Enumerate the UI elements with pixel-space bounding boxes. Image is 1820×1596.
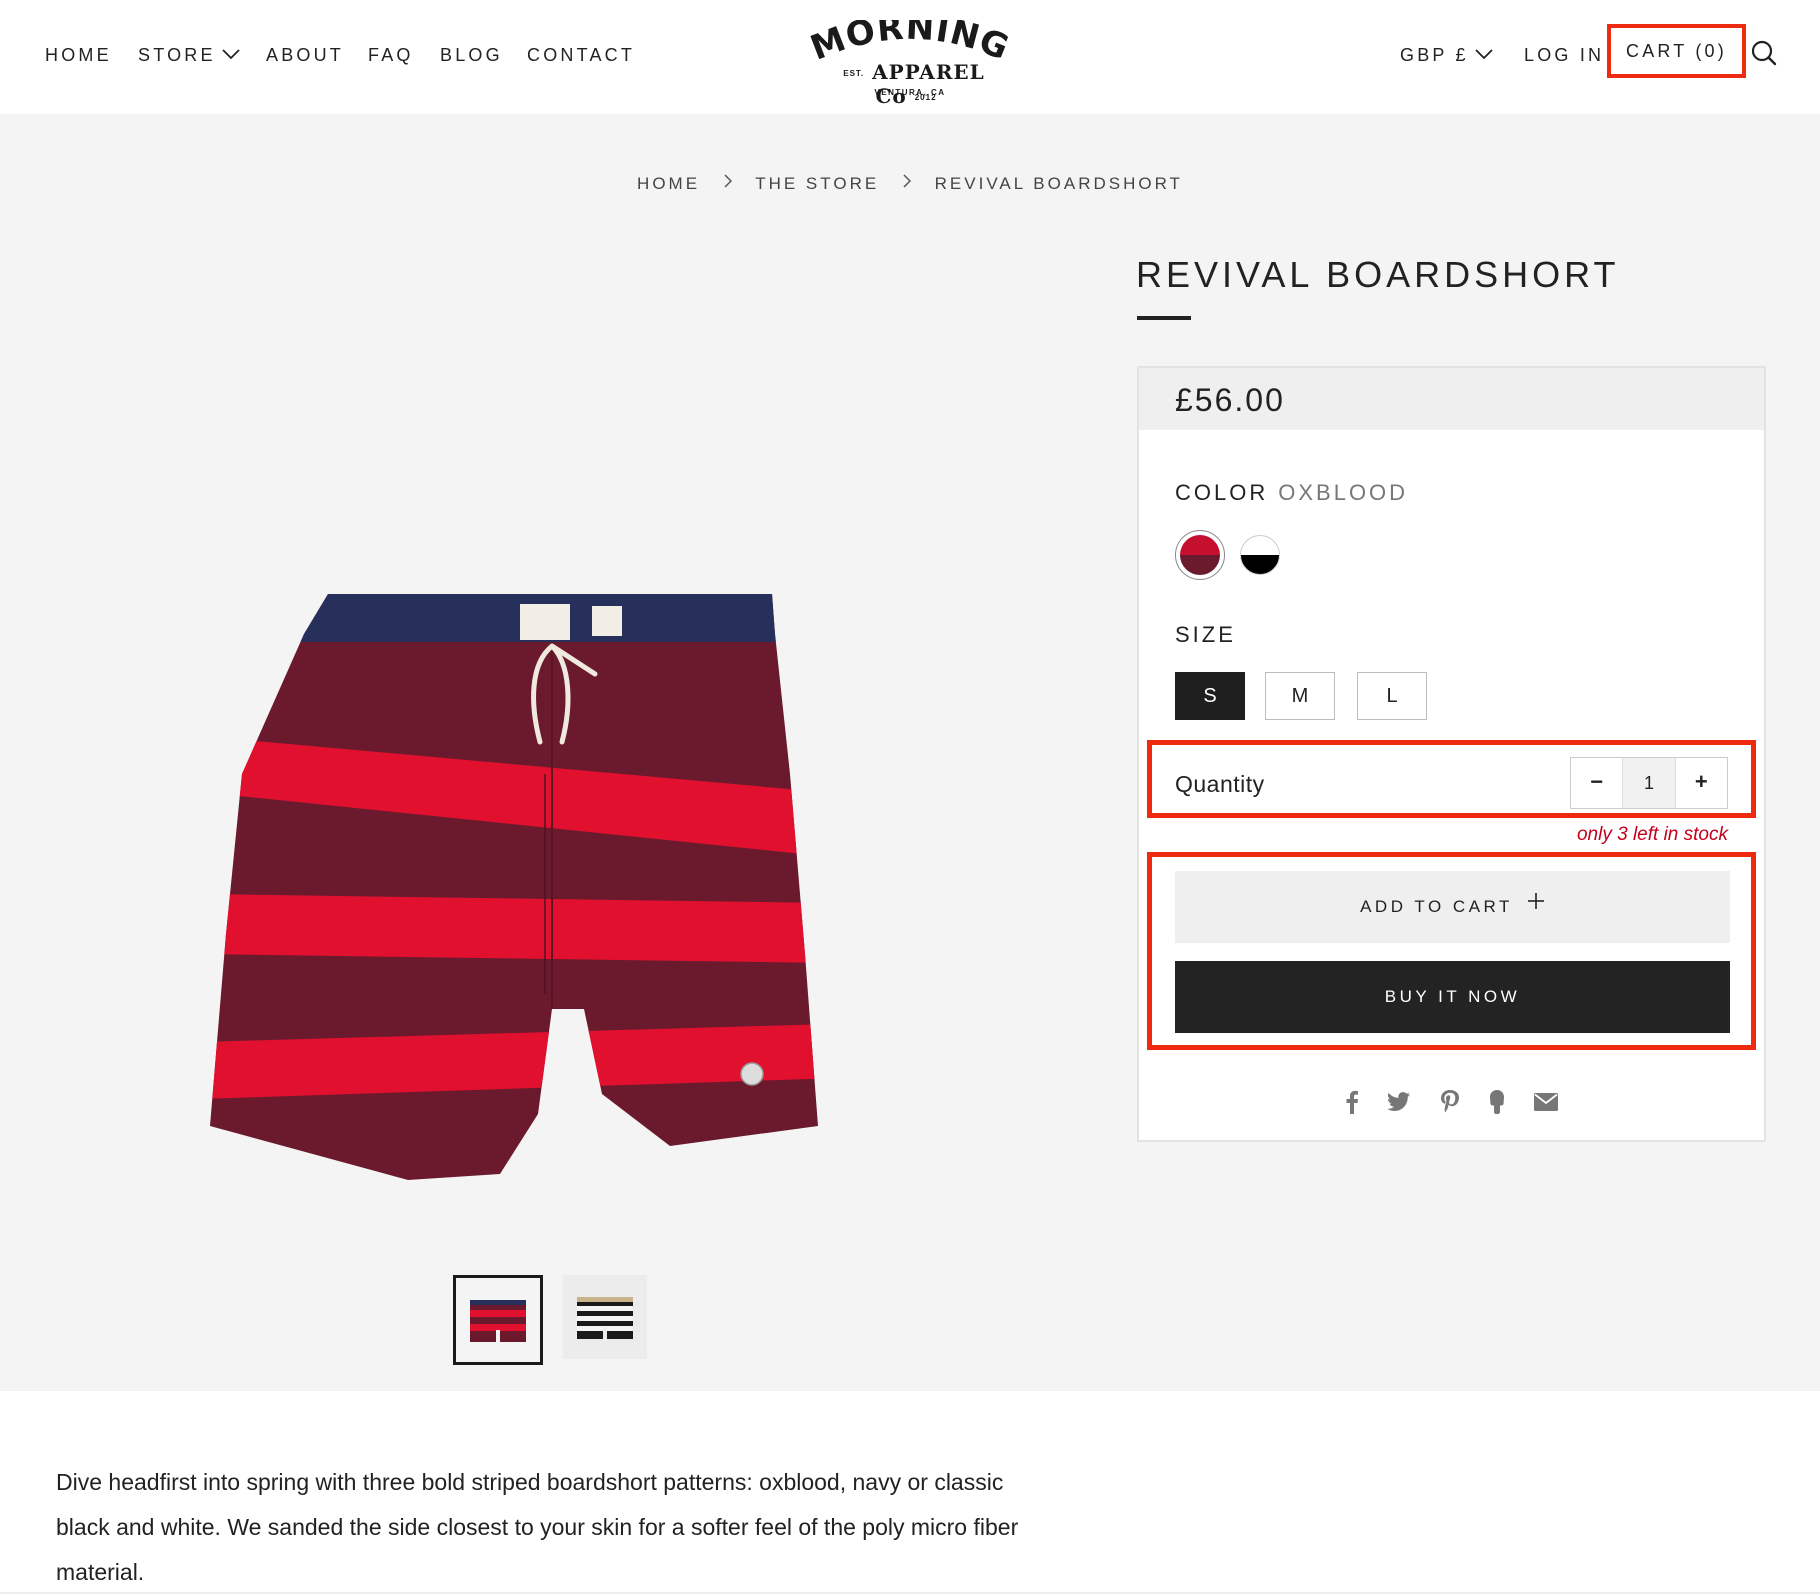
size-option-l[interactable]: L [1357,672,1427,720]
breadcrumb-store[interactable]: THE STORE [755,174,879,193]
purchase-buttons: ADD TO CART BUY IT NOW [1147,852,1756,1050]
facebook-icon[interactable] [1345,1090,1359,1119]
color-option-label: COLOR OXBLOOD [1175,480,1408,506]
add-to-cart-button[interactable]: ADD TO CART [1175,871,1730,943]
buy-box: £56.00 COLOR OXBLOOD SIZE S M L Quantity … [1137,366,1766,1142]
nav-contact[interactable]: CONTACT [527,45,635,65]
add-to-cart-label: ADD TO CART [1360,897,1513,916]
thumbnail-oxblood[interactable] [453,1275,543,1365]
share-icons [1139,1090,1764,1119]
chevron-right-icon [724,173,732,193]
quantity-stepper: − 1 + [1570,757,1728,809]
thumbnail-oxblood-image [470,1300,526,1342]
search-icon[interactable] [1751,40,1777,71]
buy-it-now-button[interactable]: BUY IT NOW [1175,961,1730,1033]
login-link[interactable]: LOG IN [1524,45,1604,65]
nav-about[interactable]: ABOUT [266,45,344,65]
color-label: COLOR [1175,480,1269,505]
nav-faq[interactable]: FAQ [368,45,414,65]
nav-blog[interactable]: BLOG [440,45,503,65]
product-description: Dive headfirst into spring with three bo… [56,1469,1019,1585]
currency-selector[interactable]: GBP £ [1400,45,1493,66]
size-option-s[interactable]: S [1175,672,1245,720]
cart-link[interactable]: CART (0) [1607,24,1746,78]
breadcrumb-current: REVIVAL BOARDSHORT [934,174,1183,193]
product-main-image[interactable] [200,474,900,1194]
quantity-increase-button[interactable]: + [1676,758,1727,808]
price-bar: £56.00 [1139,368,1764,430]
swatch-black-white[interactable] [1240,535,1280,575]
email-icon[interactable] [1534,1093,1559,1116]
quantity-label: Quantity [1175,771,1265,797]
title-divider [1137,316,1191,320]
size-label: SIZE [1175,622,1236,647]
nav-store[interactable]: STORE [138,45,240,66]
thumbnail-black-white[interactable] [563,1275,647,1359]
product-price: £56.00 [1175,382,1285,418]
logo-wordmark: MORNING [805,20,1015,64]
logo-subtitle: EST. APPAREL Co 2012 [843,60,985,108]
quantity-row: Quantity − 1 + [1147,740,1756,818]
nav-store-label: STORE [138,45,216,65]
plus-icon [1527,869,1545,941]
thumbnail-black-white-image [577,1297,633,1339]
logo-location: VENTURA, CA [874,88,946,97]
swatch-oxblood[interactable] [1180,535,1220,575]
color-selected-value: OXBLOOD [1278,480,1409,505]
svg-text:MORNING: MORNING [805,20,1015,64]
breadcrumb-home[interactable]: HOME [637,174,700,193]
quantity-input[interactable]: 1 [1622,758,1676,808]
stock-notice: only 3 left in stock [1576,824,1728,845]
chevron-down-icon [1475,44,1493,64]
size-option-m[interactable]: M [1265,672,1335,720]
nav-home[interactable]: HOME [45,45,112,65]
currency-label: GBP £ [1400,45,1469,65]
product-title: REVIVAL BOARDSHORT [1136,254,1620,295]
twitter-icon[interactable] [1387,1092,1411,1117]
breadcrumb: HOME THE STORE REVIVAL BOARDSHORT [0,173,1820,195]
pinterest-icon[interactable] [1440,1090,1460,1119]
quantity-decrease-button[interactable]: − [1571,758,1622,808]
site-header: HOME STORE ABOUT FAQ BLOG CONTACT MORNIN… [0,0,1820,114]
chevron-down-icon [222,44,240,64]
product-section: HOME THE STORE REVIVAL BOARDSHORT REVIVA… [0,114,1820,1391]
fancy-icon[interactable] [1488,1090,1506,1119]
brand-logo[interactable]: MORNING EST. APPAREL Co 2012 VENTURA, CA [800,20,1020,108]
section-divider [0,1592,1820,1594]
chevron-right-icon [903,173,911,193]
